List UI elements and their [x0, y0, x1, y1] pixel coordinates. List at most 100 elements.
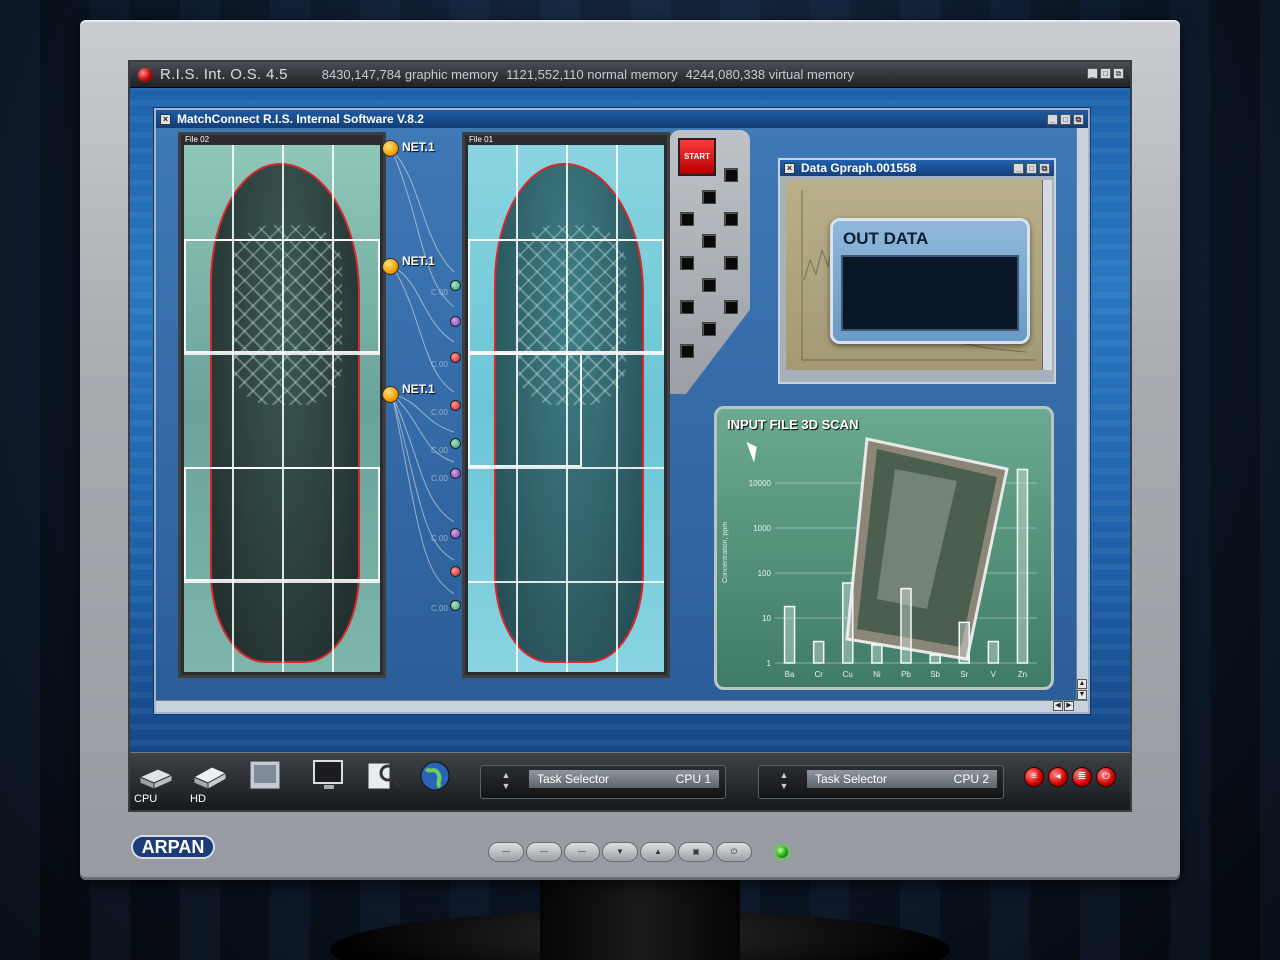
updown-arrows-icon[interactable]: ▲ ▼: [497, 770, 515, 796]
selection-rect[interactable]: [184, 239, 380, 353]
monitor-input-button[interactable]: ▣: [678, 842, 714, 862]
connector-dot[interactable]: [450, 600, 461, 611]
grid-button[interactable]: [724, 300, 738, 314]
grid-button[interactable]: [680, 212, 694, 226]
net-node-2[interactable]: [382, 258, 399, 275]
close-icon[interactable]: ×: [784, 162, 795, 174]
grid-button[interactable]: [680, 256, 694, 270]
connector-dot[interactable]: [450, 528, 461, 539]
net-node-1[interactable]: [382, 140, 399, 157]
scan-bar-sr: [958, 621, 970, 664]
minimize-icon[interactable]: _: [1013, 162, 1024, 174]
main-vertical-scrollbar[interactable]: ▲ ▼: [1076, 128, 1088, 702]
scan-ylabel: Concentration, ppm: [722, 521, 730, 584]
net-node-3[interactable]: [382, 386, 399, 403]
data-vertical-scrollbar[interactable]: [1042, 180, 1052, 370]
shoe-print-image: [184, 145, 380, 672]
grid-button[interactable]: [680, 300, 694, 314]
main-horizontal-scrollbar[interactable]: ◀ ▶: [156, 700, 1088, 712]
connector-dot[interactable]: [450, 280, 461, 291]
hd-icon[interactable]: [190, 761, 228, 795]
start-button[interactable]: START: [678, 138, 716, 176]
file-01-label: File 01: [469, 135, 494, 144]
input-file-3d-scan: 10000 1000 100 10 1 Ba Cr Cu Ni Pb Sb Sr V Zn INPUT …: [714, 406, 1054, 690]
window-title-bar[interactable]: × MatchConnect R.I.S. Internal Software …: [156, 110, 1088, 128]
sound-icon[interactable]: ◂: [1048, 767, 1068, 787]
scan-ytick: 10000: [749, 479, 772, 488]
power-led-icon: [776, 846, 788, 858]
menu-icon[interactable]: ≡: [1024, 767, 1044, 787]
grid-button[interactable]: [702, 190, 716, 204]
monitor-button[interactable]: —: [564, 842, 600, 862]
scroll-down-icon[interactable]: ▼: [1077, 690, 1087, 700]
monitor-power-button[interactable]: ⏻: [716, 842, 752, 862]
scan-ytick: 10: [762, 614, 771, 623]
task-selector-cpu2[interactable]: ▲ ▼ Task Selector CPU 2: [758, 765, 1004, 799]
data-window-title: Data Gpraph.001558: [801, 161, 917, 175]
scroll-left-icon[interactable]: ◀: [1053, 701, 1063, 711]
monitor-button[interactable]: —: [488, 842, 524, 862]
out-data-display: [841, 255, 1019, 331]
restore-icon[interactable]: ⧉: [1073, 113, 1084, 125]
task-selector-cpu1[interactable]: ▲ ▼ Task Selector CPU 1: [480, 765, 726, 799]
restore-icon[interactable]: ⧉: [1113, 68, 1124, 79]
scan-bar-cr: [812, 640, 825, 664]
scan-bar-zn: [1016, 468, 1029, 664]
grid-button[interactable]: [724, 212, 738, 226]
minimize-icon[interactable]: _: [1087, 68, 1098, 79]
monitor-up-button[interactable]: ▲: [640, 842, 676, 862]
panel-icon[interactable]: [246, 759, 284, 793]
restore-icon[interactable]: ⧉: [1039, 162, 1050, 174]
updown-arrows-icon[interactable]: ▲ ▼: [775, 770, 793, 796]
coord-label: C.00: [431, 408, 448, 417]
scan-ytick: 1: [767, 659, 772, 668]
maximize-icon[interactable]: □: [1060, 113, 1071, 125]
cpu-icon[interactable]: [136, 761, 174, 795]
power-icon[interactable]: ⏻: [1096, 767, 1116, 787]
taskbar: CPU HD ▲ ▼ Task Selector CPU 1 ▲ ▼ Task …: [130, 752, 1130, 810]
file-02-panel[interactable]: File 02: [178, 132, 386, 678]
search-icon[interactable]: [364, 759, 402, 793]
coord-label: C.00: [431, 474, 448, 483]
scroll-up-icon[interactable]: ▲: [1077, 679, 1087, 689]
file-02-label: File 02: [185, 135, 210, 144]
connector-dot[interactable]: [450, 316, 461, 327]
connector-dot[interactable]: [450, 352, 461, 363]
monitor-down-button[interactable]: ▼: [602, 842, 638, 862]
scan-title: INPUT FILE 3D SCAN: [727, 417, 859, 432]
out-data-panel: OUT DATA: [830, 218, 1030, 344]
grid-button[interactable]: [702, 278, 716, 292]
os-status-icon[interactable]: [138, 67, 152, 82]
coord-label: C.00: [431, 446, 448, 455]
out-data-label: OUT DATA: [843, 229, 929, 248]
maximize-icon[interactable]: □: [1100, 68, 1111, 79]
maximize-icon[interactable]: □: [1026, 162, 1037, 174]
settings-icon[interactable]: ≣: [1072, 767, 1092, 787]
task-selector-cpu: CPU 2: [953, 772, 989, 786]
minimize-icon[interactable]: _: [1047, 113, 1058, 125]
scroll-right-icon[interactable]: ▶: [1064, 701, 1074, 711]
connector-dot[interactable]: [450, 400, 461, 411]
connector-dot[interactable]: [450, 438, 461, 449]
selection-rect[interactable]: [184, 467, 380, 581]
globe-icon[interactable]: [416, 759, 454, 793]
connector-dot[interactable]: [450, 566, 461, 577]
task-selector-cpu: CPU 1: [675, 772, 711, 786]
net-label: NET.1: [402, 382, 435, 396]
grid-button[interactable]: [702, 234, 716, 248]
grid-button[interactable]: [702, 322, 716, 336]
grid-button[interactable]: [724, 168, 738, 182]
virtual-memory: 4244,080,338 virtual memory: [685, 67, 854, 82]
graphic-memory: 8430,147,784 graphic memory: [321, 67, 499, 82]
monitor-button[interactable]: —: [526, 842, 562, 862]
monitor-icon[interactable]: [310, 759, 348, 793]
scan-bar-v: [987, 640, 1000, 664]
grid-button[interactable]: [724, 256, 738, 270]
close-icon[interactable]: ×: [160, 113, 171, 125]
connector-dot[interactable]: [450, 468, 461, 479]
grid-button[interactable]: [680, 344, 694, 358]
scan-category-label: Pb: [901, 670, 911, 679]
data-graph: OUT DATA: [786, 180, 1042, 370]
coord-label: C.00: [431, 534, 448, 543]
data-window-title-bar[interactable]: × Data Gpraph.001558 _ □ ⧉: [780, 160, 1054, 176]
